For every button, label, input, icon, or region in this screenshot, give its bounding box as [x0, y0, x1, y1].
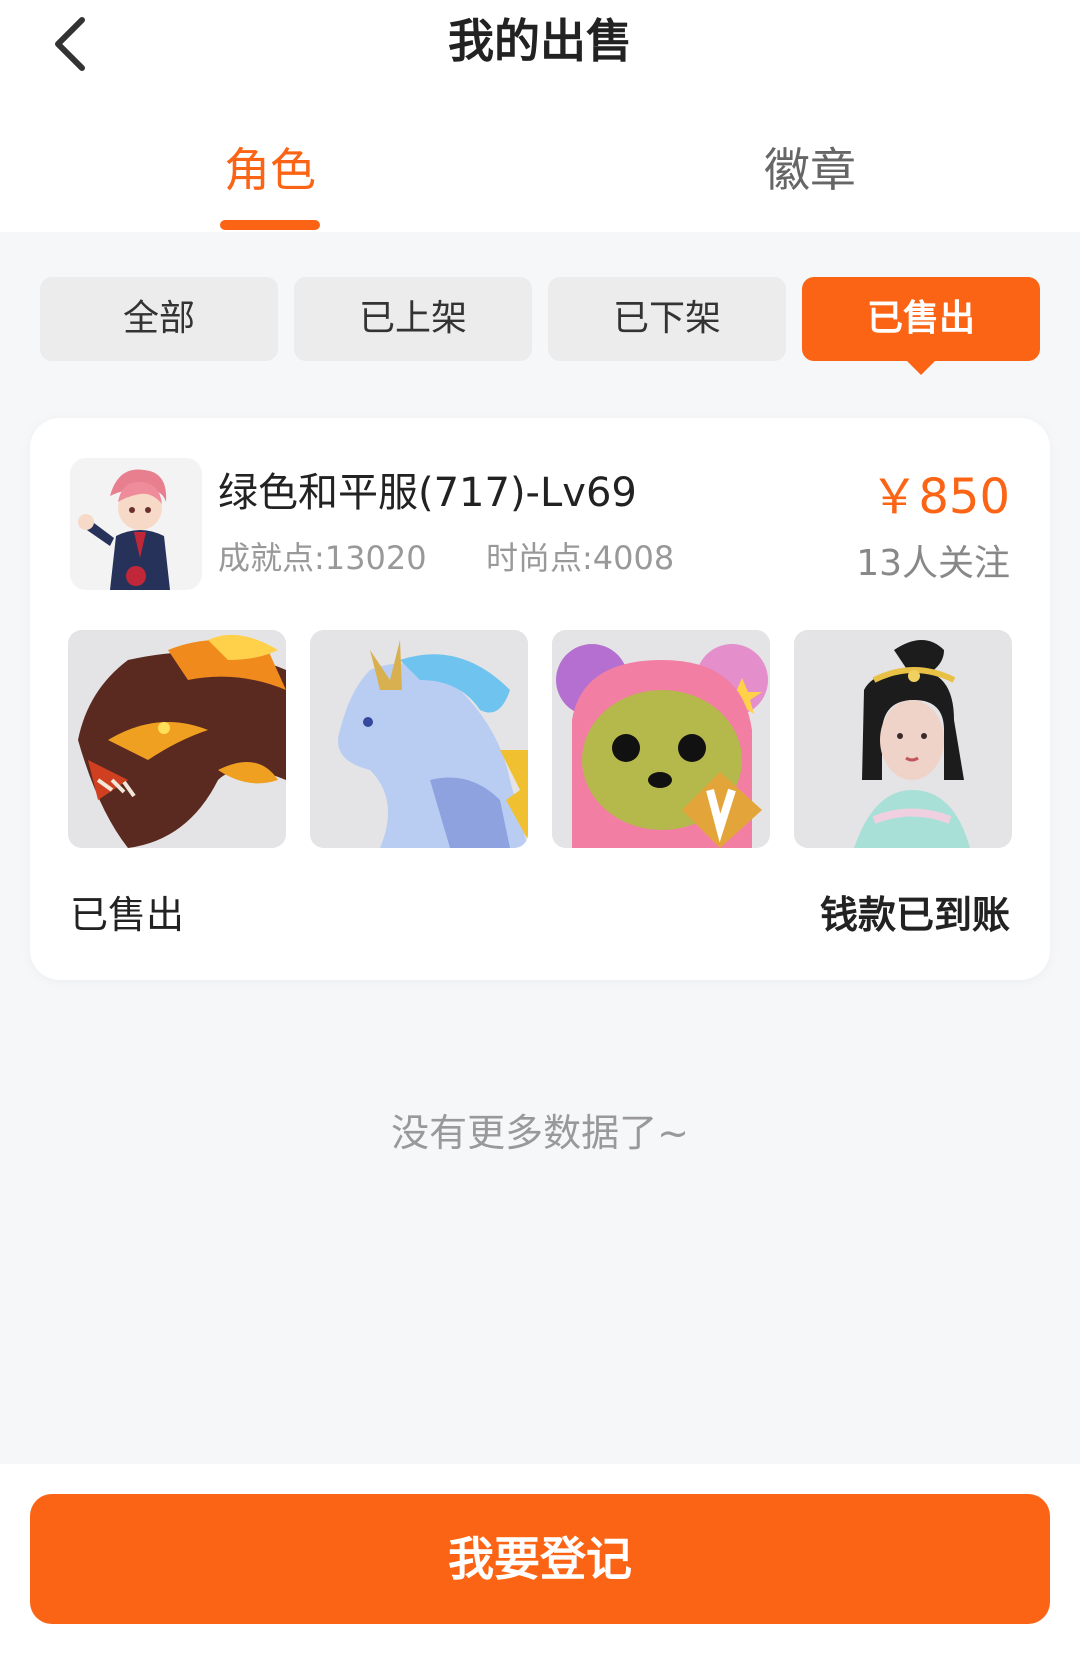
achievement-points: 成就点:13020	[218, 539, 427, 577]
payment-status: 钱款已到账	[819, 893, 1010, 937]
filter-listed[interactable]: 已上架	[294, 277, 532, 361]
list-end-text: 没有更多数据了~	[391, 1111, 689, 1155]
filter-all[interactable]: 全部	[40, 277, 278, 361]
filter-delisted[interactable]: 已下架	[548, 277, 786, 361]
thumbnail-hanfu-hairstyle	[794, 630, 1012, 848]
thumbnail-dragon-mount	[68, 630, 286, 848]
page-title: 我的出售	[448, 14, 632, 68]
character-portrait-image	[70, 458, 202, 590]
sale-status: 已售出	[70, 893, 185, 937]
tab-badge[interactable]: 徽章	[710, 140, 910, 200]
thumbnail-pink-bear-costume	[552, 630, 770, 848]
listing-card[interactable]: 绿色和平服(717)-Lv69 成就点:13020 时尚点:4008 ￥850 …	[30, 418, 1050, 980]
filter-sold[interactable]: 已售出	[802, 277, 1040, 375]
active-tab-indicator	[220, 220, 320, 230]
top-bar: 我的出售 角色 徽章	[0, 0, 1080, 232]
role-name: 绿色和平服(717)-Lv69	[218, 470, 637, 516]
followers-count: 13人关注	[856, 543, 1010, 584]
thumbnail-lightning-horse-mount	[310, 630, 528, 848]
tab-role[interactable]: 角色	[170, 140, 370, 200]
fashion-points: 时尚点:4008	[486, 539, 675, 577]
role-avatar	[70, 458, 202, 590]
register-button[interactable]: 我要登记	[30, 1494, 1050, 1624]
price: ￥850	[870, 469, 1010, 525]
